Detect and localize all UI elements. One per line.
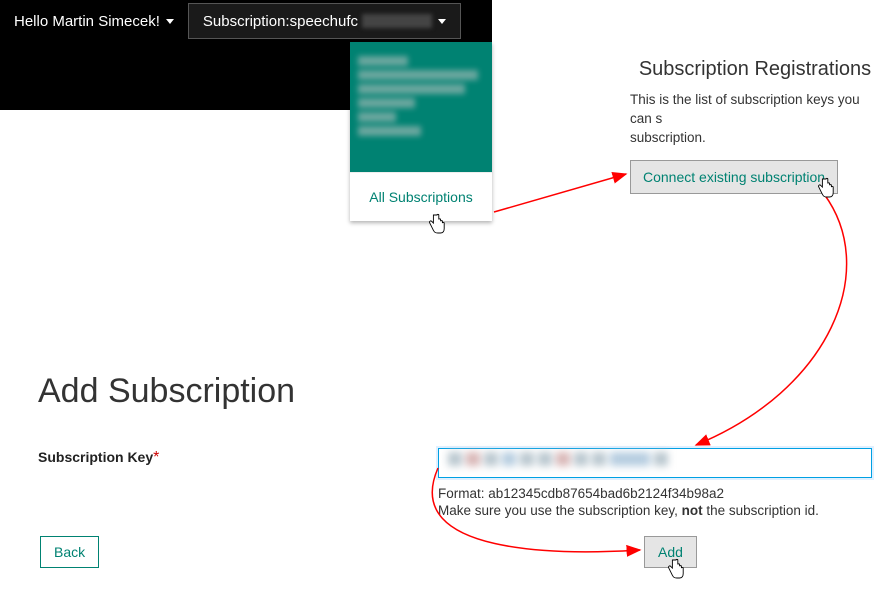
back-button[interactable]: Back [40, 536, 99, 568]
topbar-extension [0, 42, 350, 110]
subscription-registrations-panel: Subscription Registrations This is the l… [630, 58, 874, 194]
registrations-title: Subscription Registrations [630, 58, 874, 81]
topbar: Hello Martin Simecek! Subscription: spee… [0, 0, 492, 42]
format-label: Format: [438, 486, 488, 501]
add-btn-label: Add [658, 544, 683, 560]
hint-not: not [682, 503, 703, 518]
all-subscriptions-link[interactable]: All Subscriptions [350, 172, 492, 221]
dropdown-body [350, 42, 492, 172]
registrations-desc-line1: This is the list of subscription keys yo… [630, 92, 860, 126]
add-button[interactable]: Add [644, 536, 697, 568]
form-area: Format: ab12345cdb87654bad6b2124f34b98a2… [438, 448, 874, 518]
connect-existing-subscription-button[interactable]: Connect existing subscription [630, 160, 838, 194]
subscription-key-label-row: Subscription Key* [38, 449, 295, 467]
chevron-down-icon [166, 19, 174, 24]
input-blurred-content [448, 452, 668, 466]
required-indicator: * [153, 449, 159, 466]
back-btn-label: Back [54, 544, 85, 560]
hint-pre: Make sure you use the subscription key, [438, 503, 682, 518]
format-value: ab12345cdb87654bad6b2124f34b98a2 [488, 486, 724, 501]
subscription-prefix: Subscription: [203, 13, 290, 30]
format-hint: Format: ab12345cdb87654bad6b2124f34b98a2 [438, 486, 874, 501]
subscription-name-blurred [362, 14, 432, 28]
subscription-key-label: Subscription Key [38, 449, 153, 465]
key-hint: Make sure you use the subscription key, … [438, 503, 874, 518]
subscription-dropdown[interactable]: Subscription: speechufc [188, 3, 461, 39]
user-greeting-dropdown[interactable]: Hello Martin Simecek! [0, 0, 188, 42]
dropdown-blurred-content [358, 52, 484, 162]
subscription-name: speechufc [290, 13, 358, 30]
registrations-desc: This is the list of subscription keys yo… [630, 91, 874, 148]
hint-post: the subscription id. [703, 503, 819, 518]
all-subscriptions-label: All Subscriptions [369, 189, 473, 205]
add-subscription-title: Add Subscription [38, 372, 295, 411]
registrations-desc-line2: subscription. [630, 130, 706, 145]
chevron-down-icon [438, 19, 446, 24]
greeting-text: Hello Martin Simecek! [14, 13, 160, 30]
subscription-dropdown-panel: All Subscriptions [350, 42, 492, 221]
add-subscription-section: Add Subscription Subscription Key* [38, 372, 295, 467]
connect-btn-label: Connect existing subscription [643, 169, 825, 185]
